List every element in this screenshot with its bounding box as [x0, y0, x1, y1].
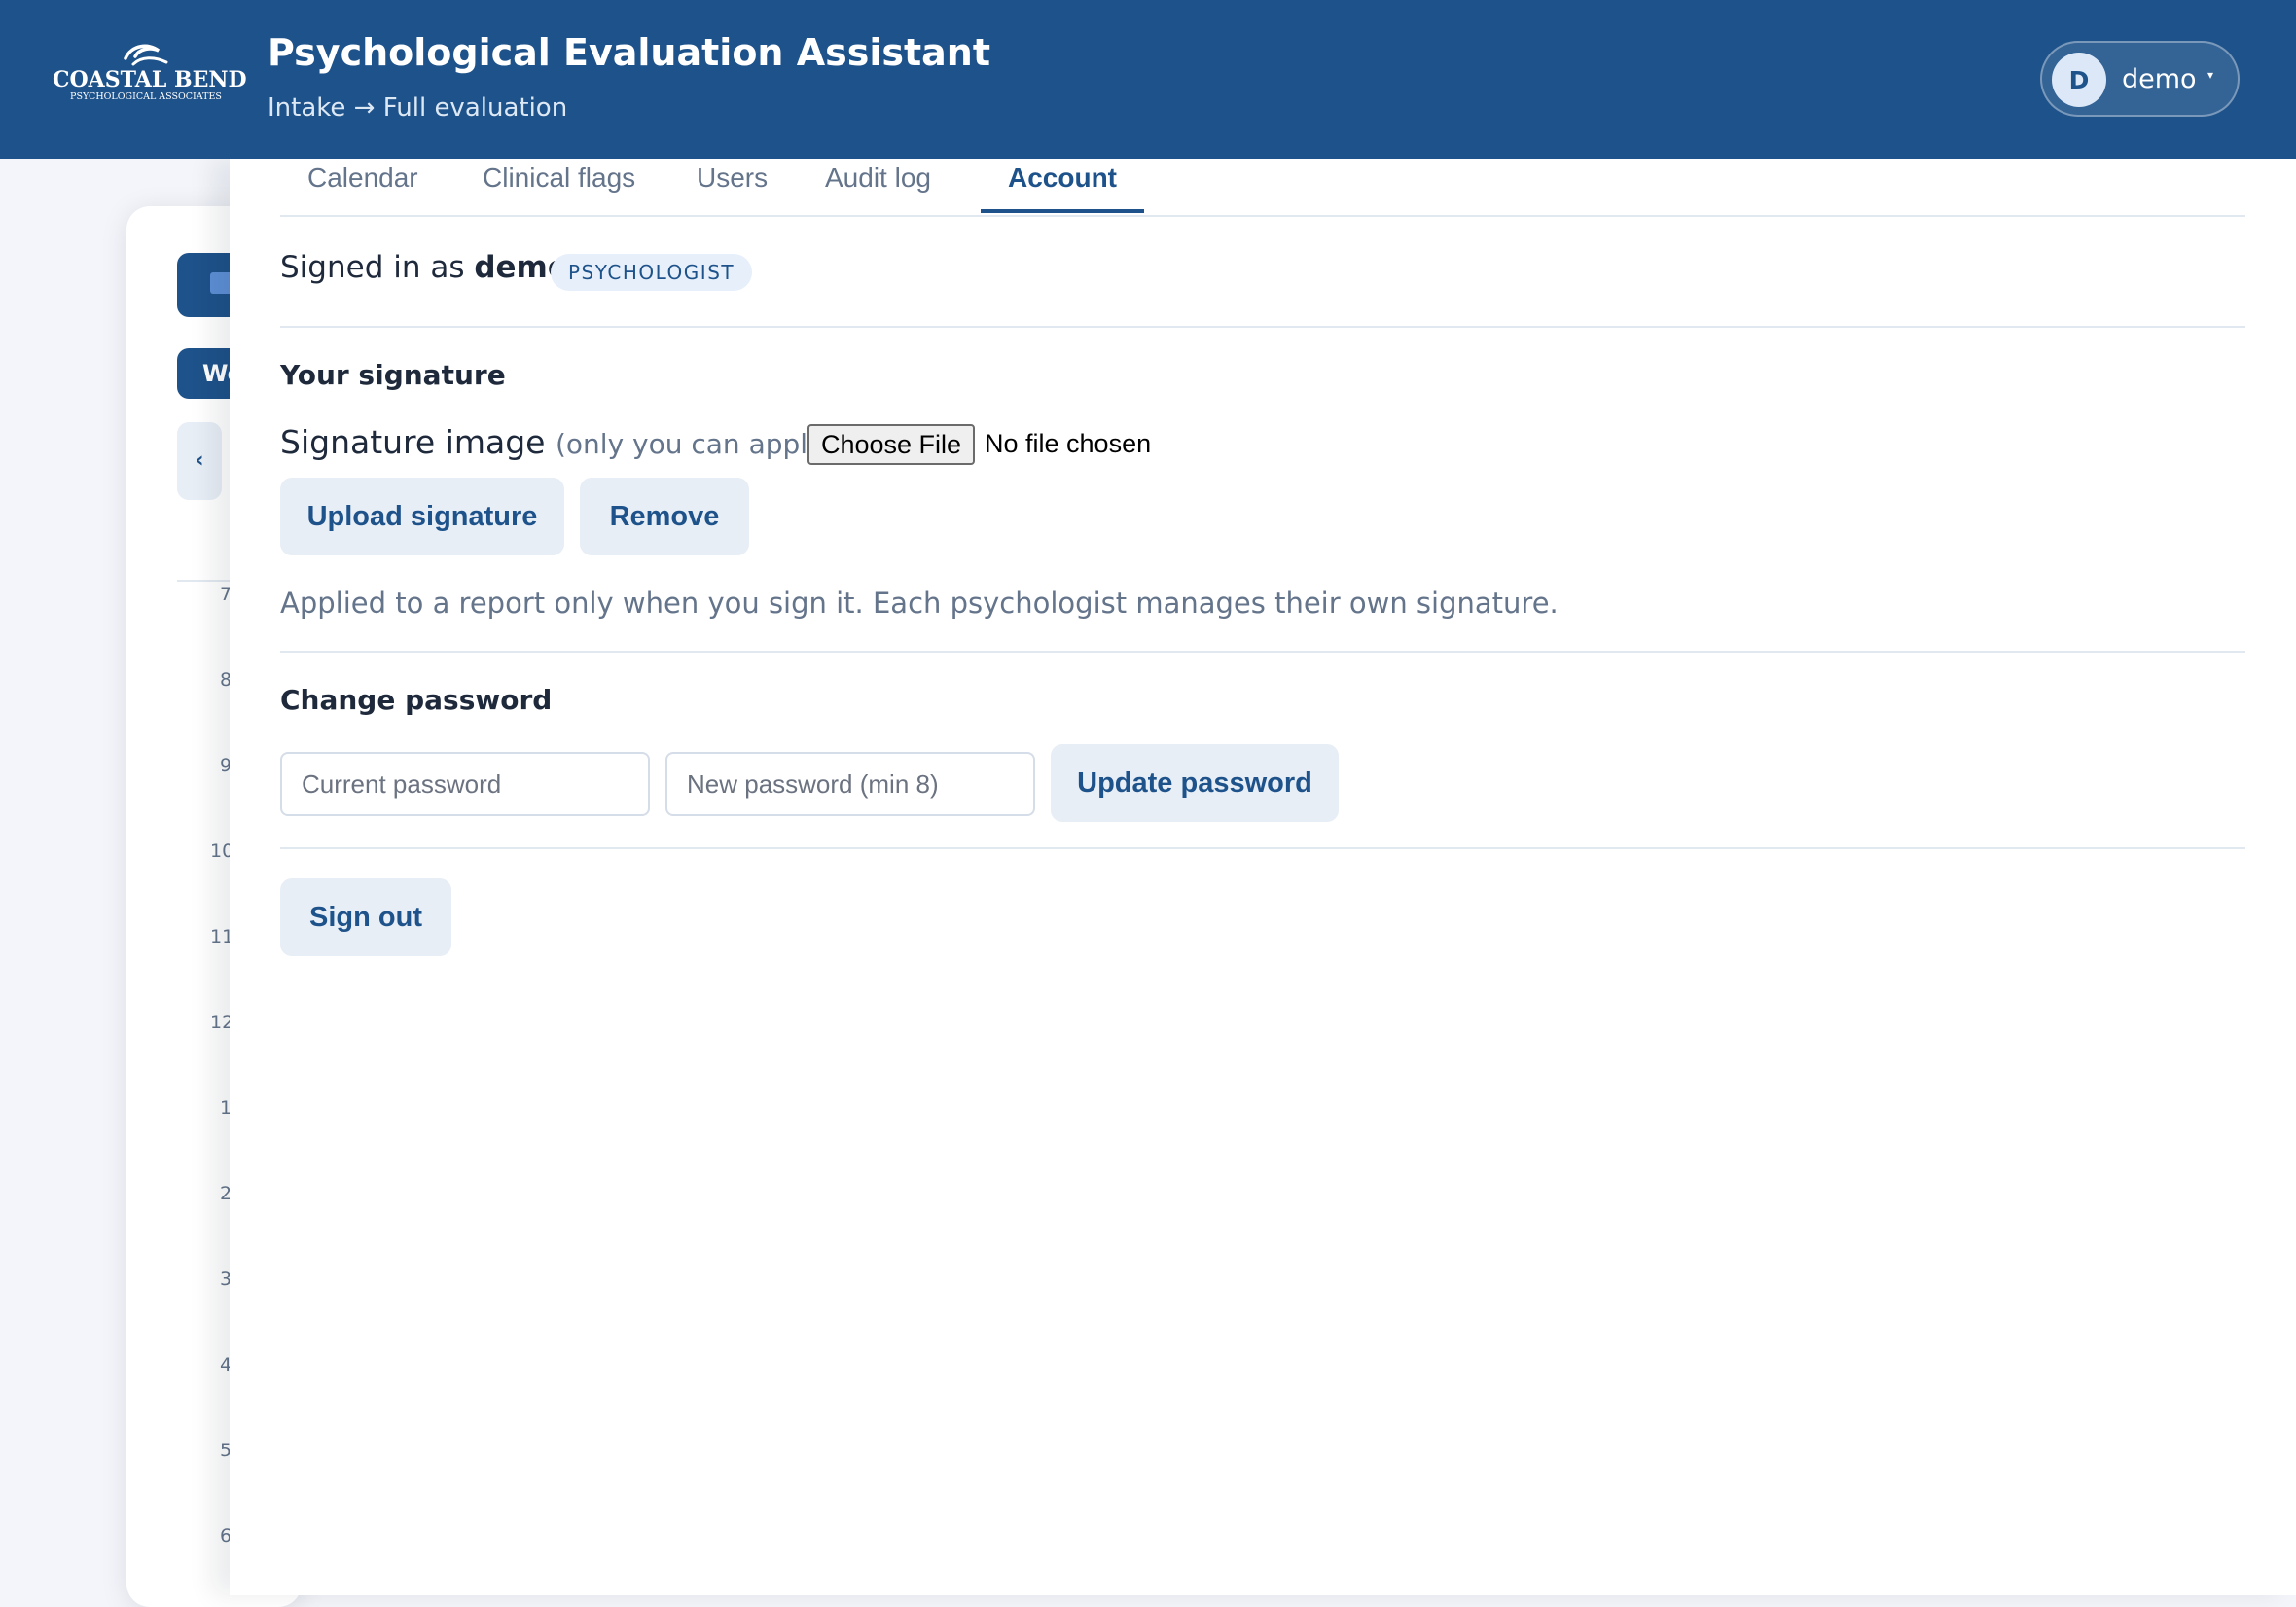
calendar-hour-label: 4 — [220, 1354, 233, 1375]
calendar-hour-label: 1 — [220, 1097, 233, 1119]
calendar-hour-label: 7 — [220, 584, 233, 605]
wave-logo-icon — [124, 44, 168, 66]
signature-image-label: Signature image (only you can apply it) — [280, 423, 861, 461]
calendar-hour-label: 5 — [220, 1440, 233, 1461]
calendar-hour-label: 6 — [220, 1525, 233, 1547]
signed-in-prefix: Signed in as — [280, 250, 465, 285]
divider — [280, 847, 2245, 849]
tab-users[interactable]: Users — [669, 159, 795, 213]
remove-signature-button[interactable]: Remove — [580, 478, 749, 555]
calendar-grid-line — [177, 580, 235, 582]
signed-in-text: Signed in as demo — [280, 250, 568, 285]
calendar-hour-label: 8 — [220, 669, 233, 691]
account-panel: Calendar Clinical flags Users Audit log … — [230, 159, 2296, 1595]
upload-signature-button[interactable]: Upload signature — [280, 478, 564, 555]
tab-bar: Calendar Clinical flags Users Audit log … — [280, 159, 2245, 217]
app-header: COASTAL BEND PSYCHOLOGICAL ASSOCIATES Ps… — [0, 0, 2296, 159]
app-subtitle: Intake → Full evaluation — [268, 93, 568, 123]
avatar: D — [2052, 53, 2106, 107]
calendar-hour-label: 2 — [220, 1183, 233, 1204]
calendar-hour-label: 11 — [210, 926, 234, 947]
role-badge: PSYCHOLOGIST — [551, 254, 753, 291]
divider — [280, 326, 2245, 328]
calendar-hour-label: 3 — [220, 1268, 233, 1290]
signature-help-text: Applied to a report only when you sign i… — [280, 587, 1559, 620]
logo-subtitle: PSYCHOLOGICAL ASSOCIATES — [70, 91, 222, 102]
choose-file-button[interactable]: Choose File — [807, 424, 975, 465]
tab-audit-log[interactable]: Audit log — [798, 159, 958, 213]
calendar-hour-label: 12 — [210, 1012, 234, 1033]
tab-clinical-flags[interactable]: Clinical flags — [455, 159, 663, 213]
signature-label-text: Signature image — [280, 423, 546, 461]
app-title: Psychological Evaluation Assistant — [268, 31, 991, 74]
chevron-down-icon: ▾ — [2207, 68, 2214, 82]
current-password-input[interactable] — [280, 752, 650, 816]
tab-calendar[interactable]: Calendar — [280, 159, 446, 213]
calendar-hour-label: 10 — [210, 840, 234, 862]
logo: COASTAL BEND PSYCHOLOGICAL ASSOCIATES — [53, 41, 247, 111]
sign-out-button[interactable]: Sign out — [280, 878, 451, 956]
user-menu-button[interactable]: D demo ▾ — [2040, 41, 2240, 117]
update-password-button[interactable]: Update password — [1051, 744, 1339, 822]
signature-section-title: Your signature — [280, 359, 506, 391]
tab-account[interactable]: Account — [981, 159, 1144, 213]
user-name: demo — [2122, 64, 2197, 94]
password-section-title: Change password — [280, 684, 553, 716]
new-password-input[interactable] — [665, 752, 1035, 816]
logo-name: COASTAL BEND — [53, 67, 247, 92]
divider — [280, 651, 2245, 653]
previous-week-button[interactable]: ‹ — [177, 422, 222, 500]
file-status: No file chosen — [985, 429, 1152, 458]
calendar-hour-label: 9 — [220, 755, 233, 776]
